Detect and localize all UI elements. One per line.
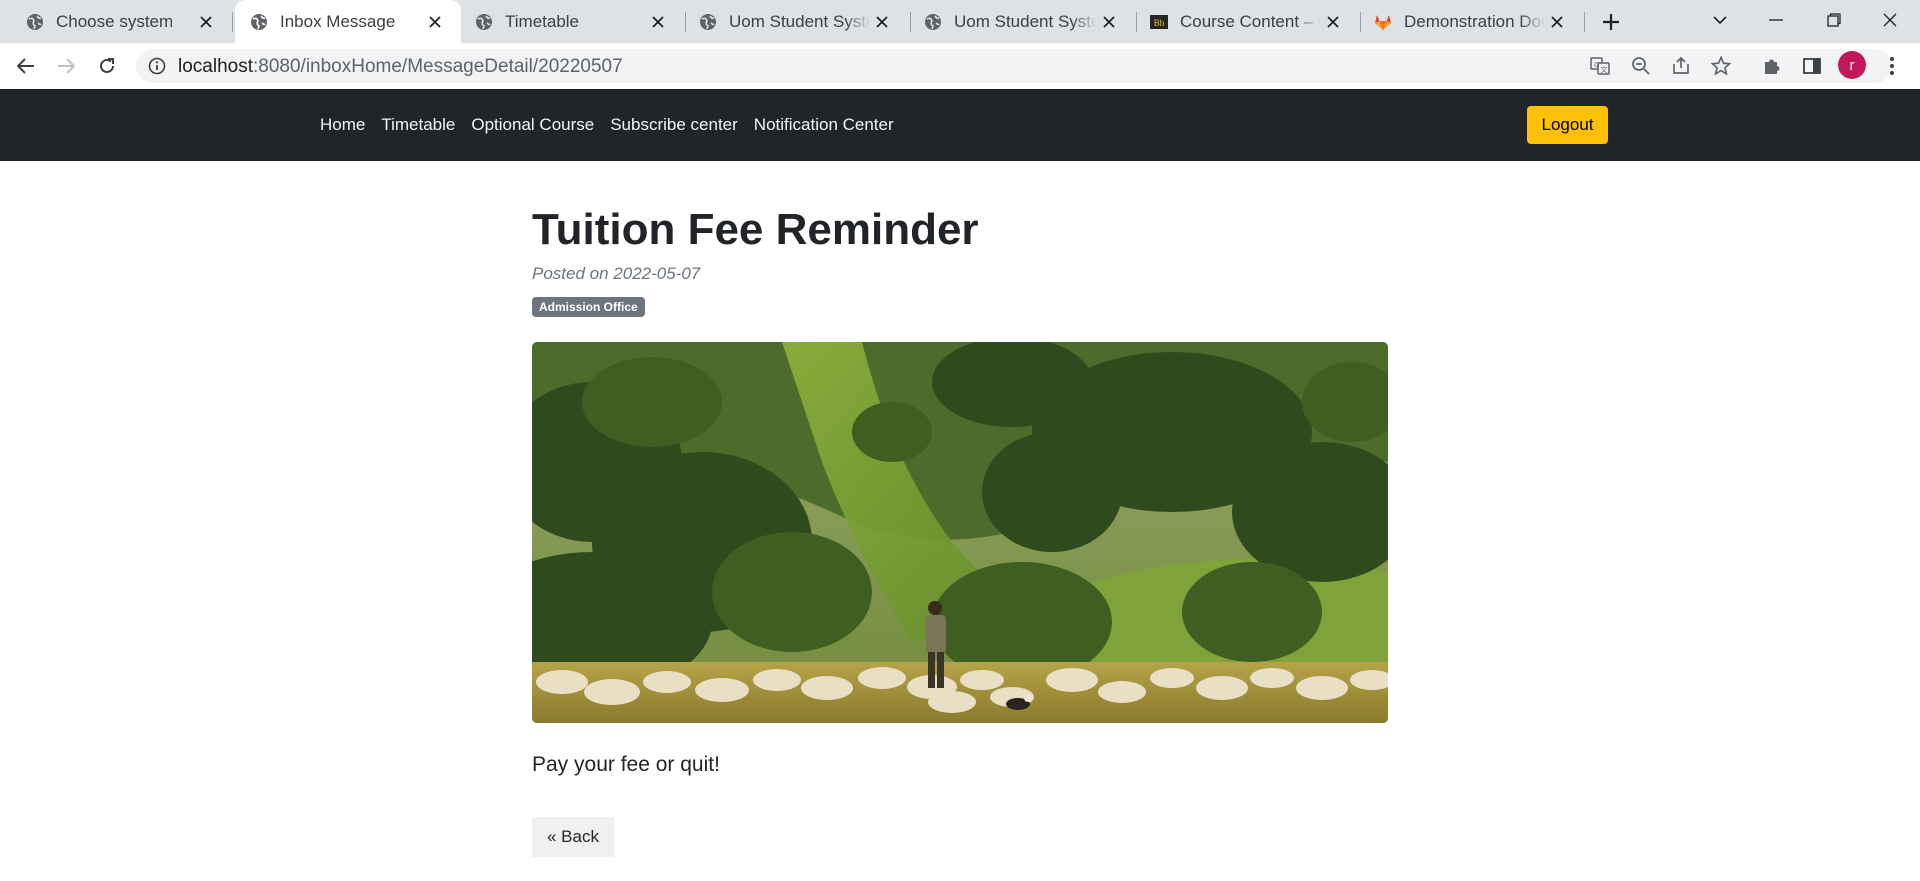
close-icon[interactable] bbox=[646, 10, 670, 34]
tab-separator bbox=[1584, 12, 1585, 32]
tab-title: Demonstration Doc bbox=[1404, 11, 1545, 31]
address-bar[interactable]: localhost:8080/inboxHome/MessageDetail/2… bbox=[136, 49, 1892, 83]
globe-icon bbox=[924, 13, 942, 31]
landscape-with-shepherd-and-sheep-image bbox=[532, 342, 1388, 723]
nav-link-home[interactable]: Home bbox=[320, 115, 365, 135]
blackboard-icon: Bb bbox=[1150, 13, 1168, 31]
browser-toolbar: localhost:8080/inboxHome/MessageDetail/2… bbox=[0, 43, 1920, 89]
close-icon[interactable] bbox=[870, 10, 894, 34]
tab-separator bbox=[232, 12, 233, 32]
url-path: :8080/inboxHome/MessageDetail/20220507 bbox=[253, 56, 623, 77]
message-article: Tuition Fee Reminder Posted on 2022-05-0… bbox=[532, 200, 1388, 857]
svg-text:G: G bbox=[1594, 61, 1599, 69]
bookmark-star-icon[interactable] bbox=[1709, 54, 1733, 78]
globe-icon bbox=[250, 13, 268, 31]
zoom-out-icon[interactable] bbox=[1629, 54, 1653, 78]
nav-link-subscribe-center[interactable]: Subscribe center bbox=[610, 115, 738, 135]
close-window-button[interactable] bbox=[1862, 0, 1918, 40]
nav-link-timetable[interactable]: Timetable bbox=[381, 115, 455, 135]
back-button[interactable]: « Back bbox=[532, 817, 614, 857]
logout-button[interactable]: Logout bbox=[1527, 106, 1608, 144]
tab-search-button[interactable] bbox=[1692, 0, 1748, 40]
share-icon[interactable] bbox=[1669, 54, 1693, 78]
tab-title: Uom Student System bbox=[954, 11, 1097, 31]
globe-icon bbox=[26, 13, 44, 31]
back-nav-button[interactable] bbox=[10, 50, 42, 82]
reload-icon bbox=[100, 58, 114, 73]
url-text[interactable]: localhost:8080/inboxHome/MessageDetail/2… bbox=[178, 56, 623, 78]
tab-title: Timetable bbox=[505, 11, 580, 31]
kebab-menu-icon bbox=[1890, 57, 1894, 75]
close-icon[interactable] bbox=[1545, 10, 1569, 34]
side-panel-icon bbox=[1803, 58, 1821, 74]
site-navbar: Home Timetable Optional Course Subscribe… bbox=[0, 89, 1920, 161]
nav-links: Home Timetable Optional Course Subscribe… bbox=[320, 89, 910, 161]
close-icon bbox=[1883, 13, 1897, 27]
globe-icon bbox=[699, 13, 717, 31]
globe-icon bbox=[475, 13, 493, 31]
browser-tab-strip: Choose system Inbox Message Timetable Uo… bbox=[0, 0, 1920, 43]
tab-title: Course Content – C bbox=[1180, 11, 1321, 31]
minimize-icon bbox=[1769, 19, 1783, 21]
message-body: Pay your fee or quit! bbox=[532, 753, 720, 776]
tab-title: Inbox Message bbox=[280, 11, 396, 31]
hero-image bbox=[532, 342, 1388, 723]
url-host: localhost bbox=[178, 56, 253, 77]
minimize-button[interactable] bbox=[1748, 0, 1804, 40]
tab-title: Choose system bbox=[56, 11, 174, 31]
close-icon[interactable] bbox=[423, 10, 447, 34]
profile-avatar[interactable]: r bbox=[1838, 51, 1866, 79]
message-title: Tuition Fee Reminder bbox=[532, 205, 979, 254]
browser-tab-uom-student-system-1[interactable]: Uom Student System bbox=[686, 0, 908, 43]
chevron-down-icon bbox=[1713, 15, 1727, 24]
tab-title: Uom Student System bbox=[729, 11, 870, 31]
info-icon[interactable] bbox=[148, 57, 166, 75]
browser-tab-timetable[interactable]: Timetable bbox=[462, 0, 684, 43]
nav-link-optional-course[interactable]: Optional Course bbox=[471, 115, 594, 135]
browser-tab-inbox-message[interactable]: Inbox Message bbox=[235, 0, 461, 43]
svg-text:文: 文 bbox=[1601, 65, 1608, 74]
browser-tab-uom-student-system-2[interactable]: Uom Student System bbox=[911, 0, 1135, 43]
new-tab-button[interactable] bbox=[1596, 7, 1626, 37]
gitlab-icon bbox=[1374, 13, 1392, 31]
posted-date: Posted on 2022-05-07 bbox=[532, 264, 701, 283]
browser-tab-demonstration-doc[interactable]: Demonstration Doc bbox=[1361, 0, 1583, 43]
restore-button[interactable] bbox=[1806, 0, 1862, 40]
translate-icon[interactable]: G文 bbox=[1588, 54, 1612, 78]
nav-link-notification-center[interactable]: Notification Center bbox=[754, 115, 894, 135]
browser-menu-button[interactable] bbox=[1876, 50, 1908, 82]
browser-tab-choose-system[interactable]: Choose system bbox=[0, 0, 232, 43]
reload-button[interactable] bbox=[91, 50, 123, 82]
restore-icon bbox=[1827, 13, 1841, 27]
close-icon[interactable] bbox=[194, 10, 218, 34]
forward-nav-button[interactable] bbox=[50, 50, 82, 82]
puzzle-icon bbox=[1765, 59, 1780, 74]
sender-badge: Admission Office bbox=[532, 297, 645, 317]
svg-text:Bb: Bb bbox=[1154, 18, 1165, 28]
side-panel-button[interactable] bbox=[1796, 50, 1828, 82]
close-icon[interactable] bbox=[1321, 10, 1345, 34]
close-icon[interactable] bbox=[1097, 10, 1121, 34]
arrow-right-icon bbox=[58, 58, 75, 74]
browser-tab-course-content[interactable]: Bb Course Content – C bbox=[1137, 0, 1359, 43]
plus-icon bbox=[1603, 14, 1619, 30]
arrow-left-icon bbox=[17, 58, 34, 74]
extensions-button[interactable] bbox=[1756, 50, 1788, 82]
